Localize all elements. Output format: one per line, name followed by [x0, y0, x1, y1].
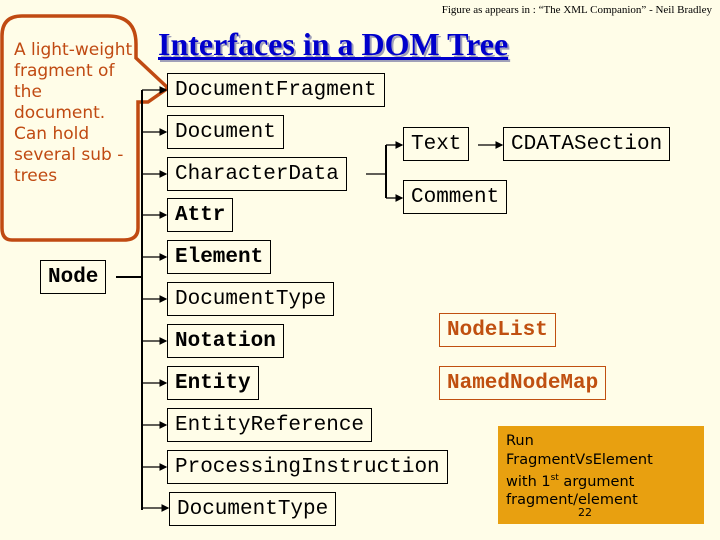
note-line: FragmentVsElement: [506, 451, 653, 468]
node-entity: Entity: [167, 366, 259, 400]
node-root: Node: [40, 260, 107, 294]
callout-text: A light-weight fragment of the document.…: [14, 40, 133, 186]
note-text: argument: [558, 473, 635, 490]
page-title: Interfaces in a DOM Tree: [158, 26, 509, 62]
node-documenttype: DocumentType: [167, 282, 335, 316]
page-number: 22: [578, 506, 592, 519]
node-characterdata: CharacterData: [167, 157, 347, 191]
node-entityreference: EntityReference: [167, 408, 373, 442]
node-cdatasection: CDATASection: [503, 127, 671, 161]
node-documenttype-2: DocumentType: [169, 492, 337, 526]
node-document: Document: [167, 115, 284, 149]
node-processinginstruction: ProcessingInstruction: [167, 450, 448, 484]
node-notation: Notation: [167, 324, 284, 358]
node-text: Text: [403, 127, 470, 161]
node-documentfragment: DocumentFragment: [167, 73, 385, 107]
interface-nodelist: NodeList: [439, 313, 556, 347]
interface-namednodemap: NamedNodeMap: [439, 366, 607, 400]
note-line: Run: [506, 433, 534, 449]
note-superscript: st: [550, 473, 559, 483]
node-attr: Attr: [167, 198, 234, 232]
note-text: with 1: [506, 473, 551, 490]
note-line: with 1st argument: [506, 469, 696, 491]
note-line: fragment/element: [506, 492, 638, 509]
node-element: Element: [167, 240, 272, 274]
node-comment: Comment: [403, 180, 508, 214]
run-note: Run FragmentVsElement with 1st argument …: [498, 426, 704, 524]
figure-caption: Figure as appears in : “The XML Companio…: [441, 4, 712, 16]
